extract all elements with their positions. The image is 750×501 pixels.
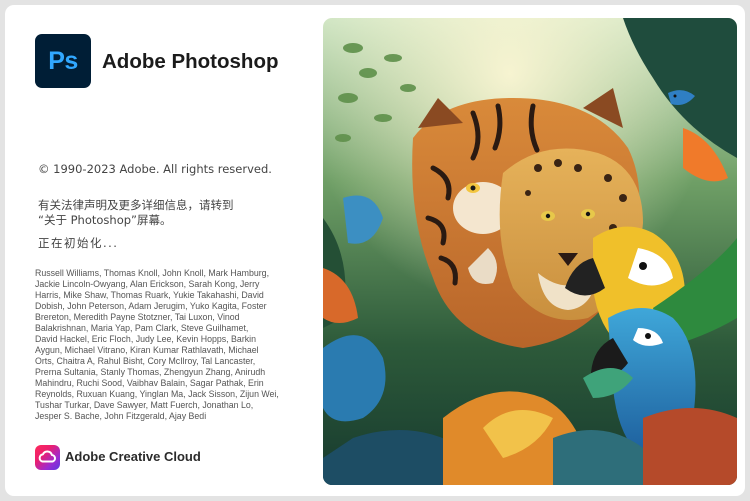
credits-line: Brereton, Meredith Payne Stotzner, Tai L… <box>35 312 240 322</box>
legal-notice: 有关法律声明及更多详细信息，请转到 “关于 Photoshop”屏幕。 <box>38 198 288 228</box>
credits-line: David Hackel, Eric Floch, Judy Lee, Kevi… <box>35 334 256 344</box>
credits-line: Jesper S. Bache, John Fitzgerald, Ajay B… <box>35 411 207 421</box>
credits-line: Dobish, John Peterson, Adam Jerugim, Yuk… <box>35 301 267 311</box>
credits-line: Russell Williams, Thomas Knoll, John Kno… <box>35 268 270 278</box>
creative-cloud-label: Adobe Creative Cloud <box>65 449 201 464</box>
credits-line: Harris, Mike Shaw, Thomas Ruark, Yukie T… <box>35 290 264 300</box>
legal-line: “关于 Photoshop”屏幕。 <box>38 213 172 227</box>
splash-artwork <box>323 18 737 485</box>
credits-line: Prerna Sultania, Stanly Thomas, Zhengyun… <box>35 367 266 377</box>
credits-line: Aygun, Michael Vitrano, Kiran Kumar Rath… <box>35 345 259 355</box>
photoshop-icon: Ps <box>35 34 91 88</box>
credits-line: Reynolds, Ruxuan Kuang, Yinglan Ma, Jack… <box>35 389 279 399</box>
credits-line: Mahindru, Ruchi Sood, Vaibhav Balain, Sa… <box>35 378 264 388</box>
copyright-text: © 1990-2023 Adobe. All rights reserved. <box>38 162 272 176</box>
credits-list: Russell Williams, Thomas Knoll, John Kno… <box>35 268 295 422</box>
credits-line: Balakrishnan, Maria Yap, Pam Clark, Stev… <box>35 323 249 333</box>
credits-line: Tushar Turkar, Dave Sawyer, Matt Fuerch,… <box>35 400 254 410</box>
photoshop-icon-text: Ps <box>48 46 78 75</box>
loading-status: 正在初始化... <box>38 236 119 250</box>
credits-line: Orts, Chaitra A, Rahul Bisht, Cory McIlr… <box>35 356 256 366</box>
legal-line: 有关法律声明及更多详细信息，请转到 <box>38 198 234 212</box>
credits-line: Jackie Lincoln-Owyang, Alan Erickson, Sa… <box>35 279 260 289</box>
creative-cloud-icon <box>35 445 60 470</box>
app-title: Adobe Photoshop <box>102 50 279 73</box>
splash-window: Ps Adobe Photoshop © 1990-2023 Adobe. Al… <box>5 5 745 496</box>
